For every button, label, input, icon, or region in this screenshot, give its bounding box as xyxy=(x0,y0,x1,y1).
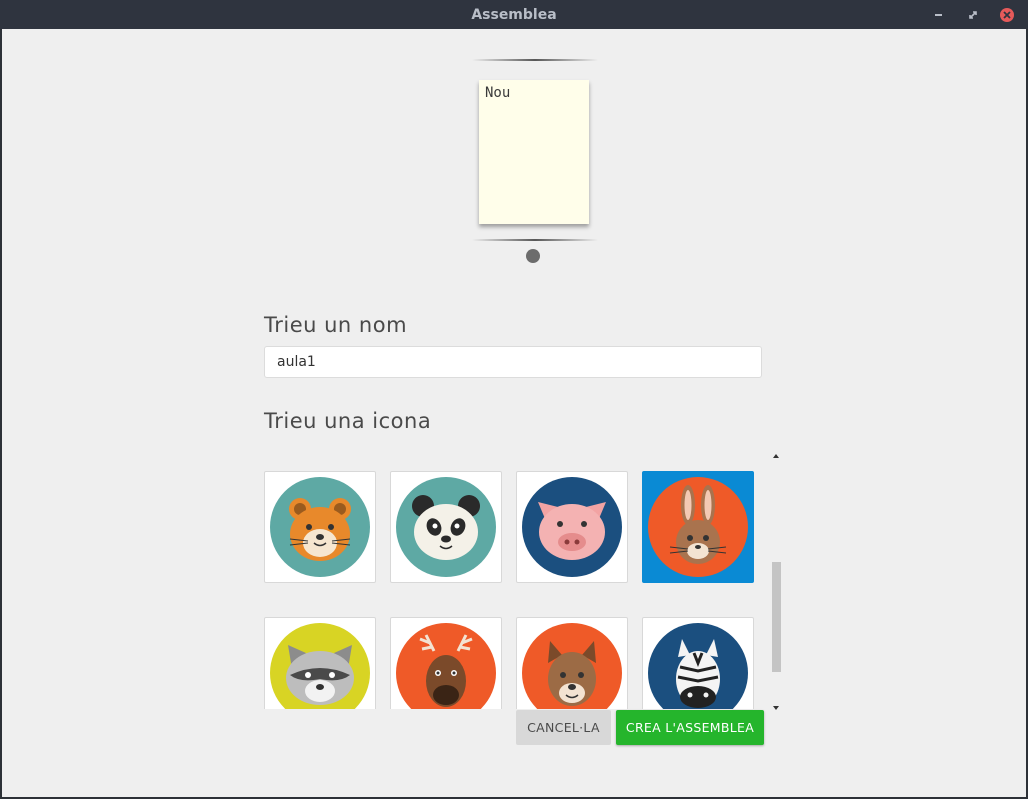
preview-divider-top xyxy=(472,59,598,61)
icon-tile-dog[interactable] xyxy=(516,617,628,709)
zebra-icon xyxy=(648,623,748,709)
pig-icon xyxy=(522,477,622,577)
icon-tile-moose[interactable] xyxy=(390,617,502,709)
hamster-icon xyxy=(270,477,370,577)
window-title: Assemblea xyxy=(471,7,557,23)
preview-divider-bottom xyxy=(472,239,598,241)
icon-tile-pig[interactable] xyxy=(516,471,628,583)
moose-icon xyxy=(396,623,496,709)
dog-icon xyxy=(522,623,622,709)
close-icon[interactable] xyxy=(999,7,1015,23)
raccoon-icon xyxy=(270,623,370,709)
page-indicator-dot[interactable] xyxy=(526,249,540,263)
title-bar: Assemblea xyxy=(0,0,1028,29)
scroll-down-arrow-icon[interactable] xyxy=(771,697,781,710)
icon-tile-hamster[interactable] xyxy=(264,471,376,583)
rabbit-icon xyxy=(648,477,748,577)
create-assembly-button[interactable]: CREA L'ASSEMBLEA xyxy=(616,710,764,745)
icon-grid xyxy=(264,471,764,709)
panda-icon xyxy=(396,477,496,577)
icon-tile-zebra[interactable] xyxy=(642,617,754,709)
scroll-up-arrow-icon[interactable] xyxy=(771,445,781,458)
cancel-button[interactable]: CANCEL·LA xyxy=(516,710,611,745)
icon-tile-rabbit[interactable] xyxy=(642,471,754,583)
icon-heading: Trieu una icona xyxy=(264,409,432,433)
icon-tile-raccoon[interactable] xyxy=(264,617,376,709)
name-input[interactable] xyxy=(264,346,762,378)
name-heading: Trieu un nom xyxy=(264,313,408,337)
preview-note-text: Nou xyxy=(485,85,511,101)
maximize-icon[interactable] xyxy=(965,7,981,23)
preview-note: Nou xyxy=(479,80,589,224)
minimize-icon[interactable] xyxy=(931,7,947,23)
icon-grid-scrollbar-thumb[interactable] xyxy=(772,562,781,672)
dialog-content: Nou Trieu un nom Trieu una icona xyxy=(2,29,1026,797)
icon-tile-panda[interactable] xyxy=(390,471,502,583)
